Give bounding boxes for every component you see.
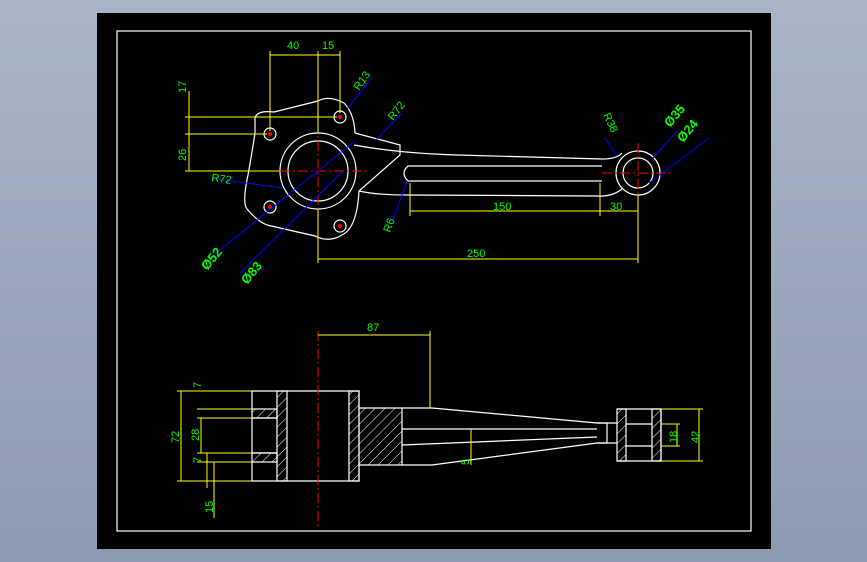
dim-18: 18 xyxy=(668,431,680,443)
dim-r38: R38 xyxy=(600,111,619,134)
top-view xyxy=(244,97,661,240)
shank-bottom-edge xyxy=(358,188,623,197)
dim-r72-upper: R72 xyxy=(386,100,408,123)
dim-dia83: Ø83 xyxy=(238,258,265,286)
dim-7-lower: 7 xyxy=(192,457,204,463)
dim-15: 15 xyxy=(322,40,334,52)
small-end-left-section xyxy=(616,408,627,462)
dim-28: 28 xyxy=(190,429,202,441)
technical-drawing: 40 15 17 26 R13 R72 R72 Ø52 Ø83 R6 150 3… xyxy=(116,30,752,532)
hub-right-section xyxy=(348,390,360,482)
web-top-edge xyxy=(402,407,617,424)
small-end-right-section xyxy=(651,408,662,462)
top-dimension-lines xyxy=(185,51,639,263)
dim-150: 150 xyxy=(493,201,511,213)
bottom-view xyxy=(251,390,662,482)
dim-250: 250 xyxy=(467,248,485,260)
flange-lower-section xyxy=(251,452,278,463)
dim-r72-lower: R72 xyxy=(211,172,233,187)
dim-7-upper: 7 xyxy=(192,382,204,388)
shank-top-edge xyxy=(353,144,623,160)
dim-87: 87 xyxy=(367,322,379,334)
hub-left-section xyxy=(276,390,288,482)
dim-72: 72 xyxy=(170,431,182,443)
web-bottom-edge xyxy=(402,442,617,466)
dim-15-lower: 15 xyxy=(204,501,216,513)
top-dimension-labels: 40 15 17 26 R13 R72 R72 Ø52 Ø83 R6 150 3… xyxy=(177,40,702,287)
shank-slot xyxy=(403,165,602,182)
hub-bore-lines xyxy=(252,417,277,454)
shank-end xyxy=(597,422,608,444)
top-leader-lines xyxy=(208,77,710,274)
dim-40: 40 xyxy=(287,40,299,52)
dim-30: 30 xyxy=(610,201,622,213)
big-end-outline xyxy=(244,97,401,240)
dim-17: 17 xyxy=(177,81,189,93)
cad-drawing-canvas[interactable]: 40 15 17 26 R13 R72 R72 Ø52 Ø83 R6 150 3… xyxy=(97,13,771,549)
flange-upper-section xyxy=(251,408,278,419)
dim-42: 42 xyxy=(690,431,702,443)
dim-r6: R6 xyxy=(382,217,398,234)
hub-outline xyxy=(252,390,360,482)
transition-section xyxy=(358,407,403,466)
small-end-bore xyxy=(626,423,652,447)
web-rib xyxy=(401,428,598,446)
dim-5: 5 xyxy=(460,459,472,465)
dim-26: 26 xyxy=(177,149,189,161)
